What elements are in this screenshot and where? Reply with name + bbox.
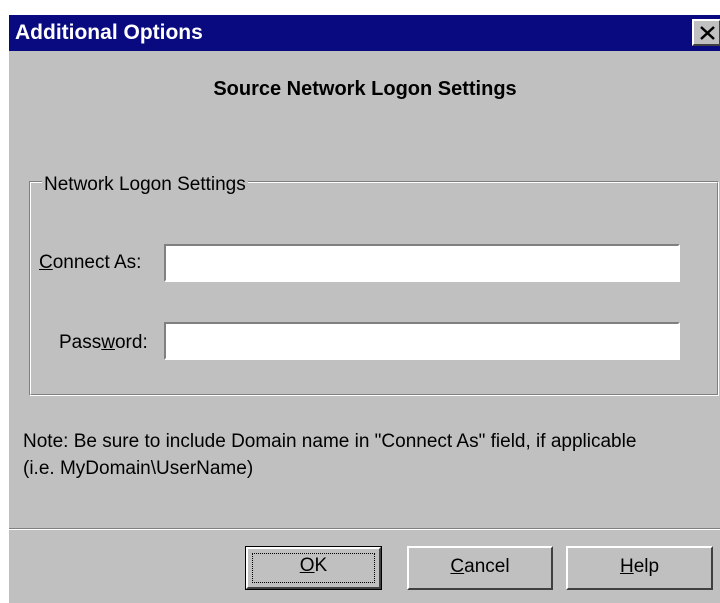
- connect-as-label: Connect As:: [39, 252, 142, 273]
- group-legend: Network Logon Settings: [42, 174, 248, 195]
- cancel-button[interactable]: Cancel: [407, 546, 553, 590]
- help-button[interactable]: Help: [566, 546, 713, 590]
- button-separator: [9, 528, 720, 530]
- title-bar[interactable]: Additional Options: [9, 15, 720, 51]
- note-text: Note: Be sure to include Domain name in …: [23, 428, 636, 482]
- ok-button[interactable]: OK: [245, 546, 382, 590]
- close-icon: [700, 26, 715, 40]
- note-line-2: (i.e. MyDomain\UserName): [23, 458, 254, 479]
- connect-as-input[interactable]: [164, 244, 680, 282]
- password-input[interactable]: [164, 322, 680, 360]
- note-line-1: Note: Be sure to include Domain name in …: [23, 431, 637, 452]
- dialog-heading: Source Network Logon Settings: [213, 78, 517, 100]
- window-title: Additional Options: [15, 21, 203, 44]
- password-label: Password:: [59, 332, 148, 353]
- close-button[interactable]: [692, 19, 720, 46]
- additional-options-dialog: Additional Options Source Network Logon …: [8, 14, 720, 603]
- network-logon-group: [29, 181, 719, 396]
